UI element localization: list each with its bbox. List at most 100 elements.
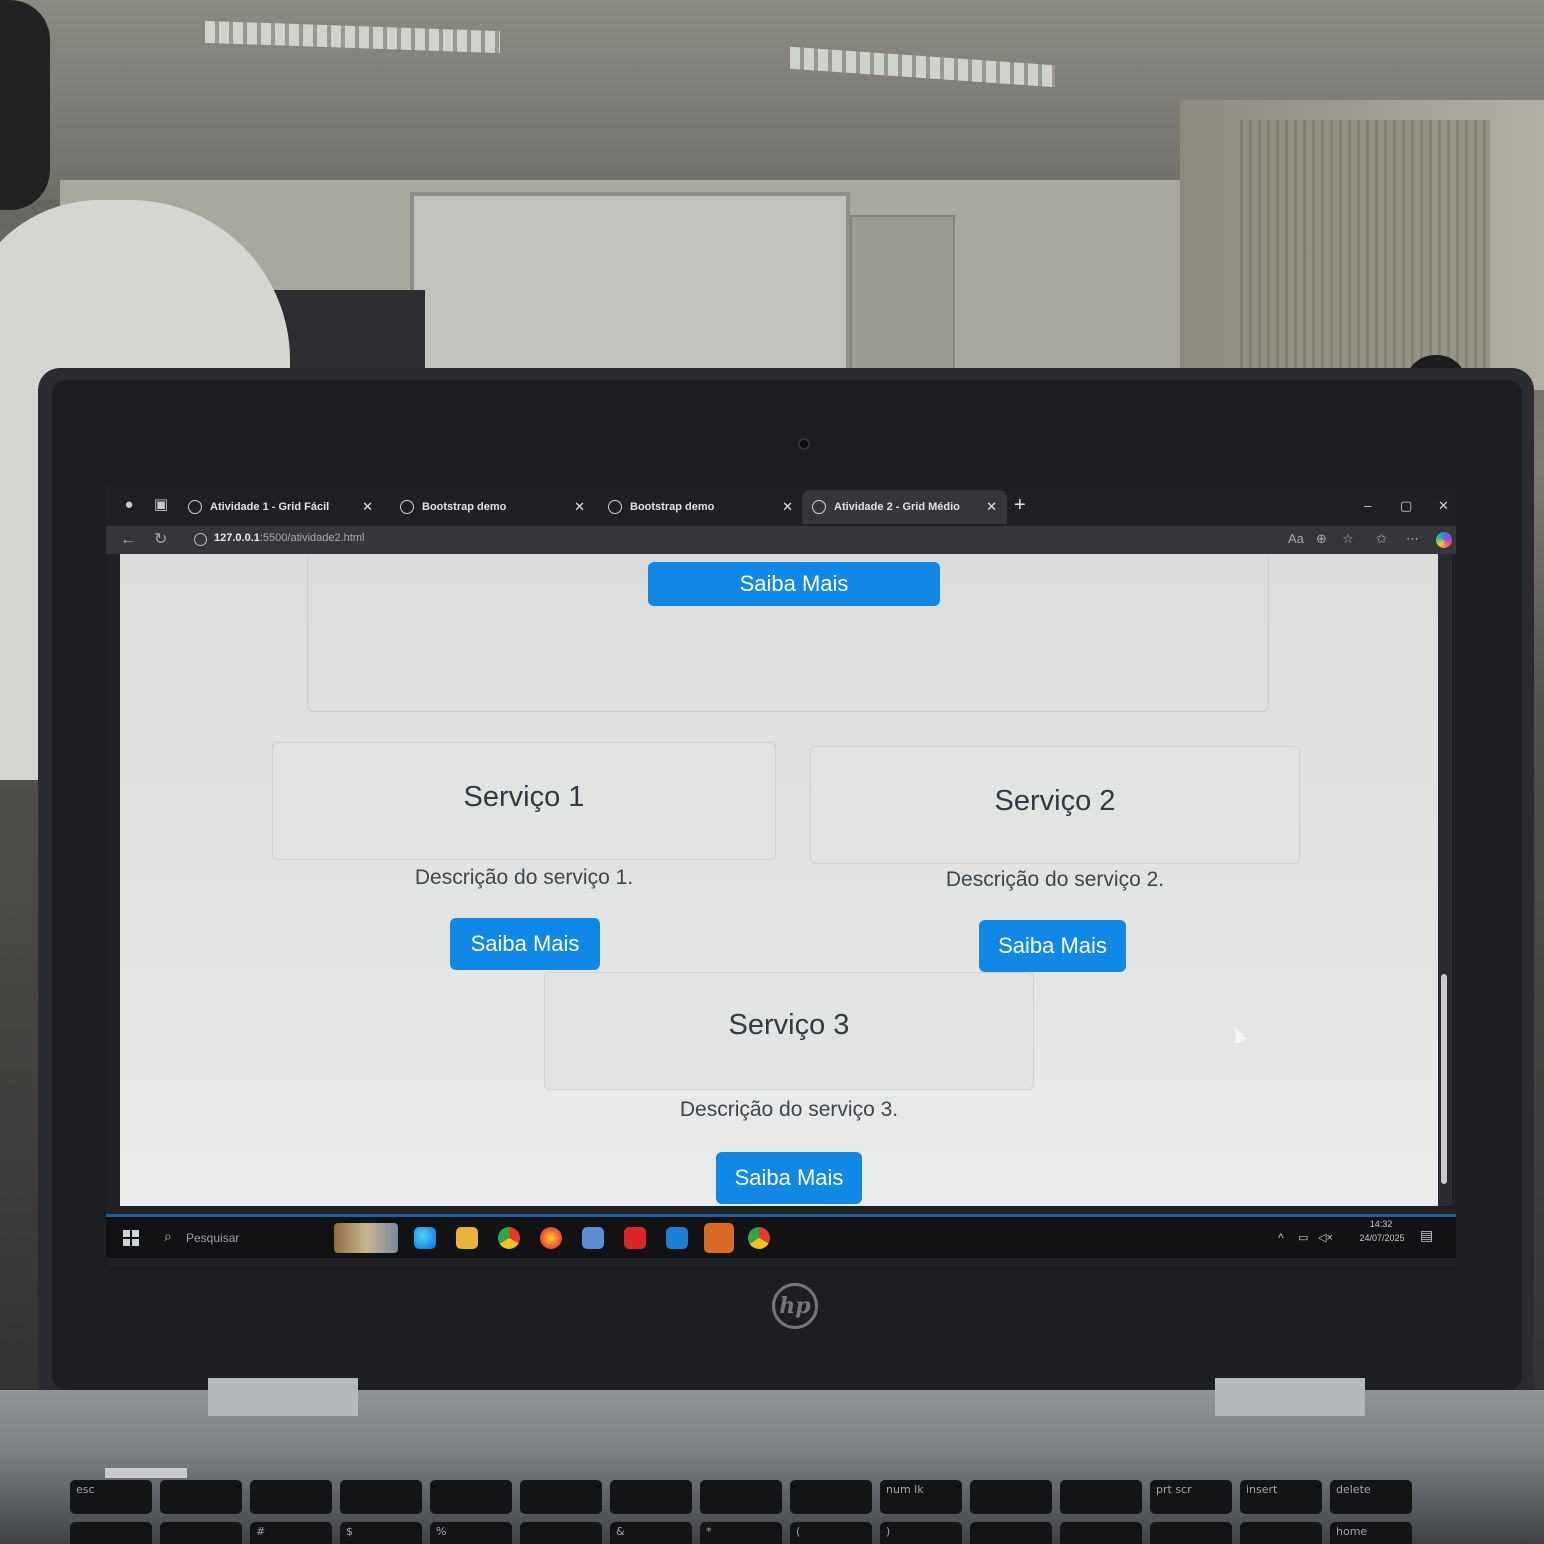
read-aloud-icon[interactable]: Aa bbox=[1288, 531, 1304, 546]
key[interactable]: insert bbox=[1240, 1480, 1322, 1514]
service-description: Descrição do serviço 1. bbox=[414, 866, 634, 889]
key[interactable] bbox=[520, 1522, 602, 1544]
favorites-icon[interactable]: ✩ bbox=[1376, 531, 1387, 547]
more-menu-icon[interactable]: ⋯ bbox=[1406, 531, 1419, 547]
maximize-button[interactable]: ▢ bbox=[1400, 498, 1412, 514]
taskbar-search-input[interactable]: Pesquisar bbox=[186, 1231, 239, 1245]
service-description: Descrição do serviço 3. bbox=[679, 1098, 899, 1121]
new-tab-button[interactable]: + bbox=[1014, 495, 1026, 515]
taskbar-time[interactable]: 14:32 bbox=[1356, 1219, 1406, 1229]
key[interactable] bbox=[700, 1480, 782, 1514]
key[interactable]: num lk bbox=[880, 1480, 962, 1514]
key[interactable]: & bbox=[610, 1522, 692, 1544]
vscode-icon[interactable] bbox=[666, 1227, 688, 1249]
key[interactable] bbox=[610, 1480, 692, 1514]
key[interactable]: delete bbox=[1330, 1480, 1412, 1514]
windows-start-icon[interactable] bbox=[123, 1230, 139, 1246]
key[interactable] bbox=[1060, 1522, 1142, 1544]
tab-atividade-2[interactable]: Atividade 2 - Grid Médio ✕ bbox=[802, 490, 1007, 524]
key[interactable] bbox=[970, 1480, 1052, 1514]
globe-icon bbox=[812, 500, 826, 514]
taskbar-widget-image[interactable] bbox=[334, 1223, 398, 1253]
windows-taskbar: ⌕ Pesquisar ^ ▭ ◁× 14:32 24/07/2025 ▤ bbox=[106, 1214, 1456, 1258]
tab-title: Atividade 2 - Grid Médio bbox=[834, 501, 960, 513]
key[interactable]: home bbox=[1330, 1522, 1412, 1544]
window-blinds bbox=[1240, 120, 1490, 380]
close-icon[interactable]: ✕ bbox=[362, 499, 373, 515]
tab-title: Bootstrap demo bbox=[422, 501, 507, 513]
tab-actions-icon[interactable]: ▣ bbox=[152, 496, 170, 514]
key[interactable] bbox=[1150, 1522, 1232, 1544]
tray-chevron-icon[interactable]: ^ bbox=[1278, 1231, 1284, 1245]
search-icon[interactable]: ⌕ bbox=[164, 1228, 172, 1245]
key[interactable]: ) bbox=[880, 1522, 962, 1544]
key[interactable]: prt scr bbox=[1150, 1480, 1232, 1514]
reload-icon[interactable]: ↻ bbox=[154, 530, 167, 550]
page-scrollbar[interactable] bbox=[1438, 554, 1452, 1206]
wps-office-icon[interactable] bbox=[624, 1227, 646, 1249]
service-description: Descrição do serviço 2. bbox=[945, 868, 1165, 891]
volume-muted-icon[interactable]: ◁× bbox=[1318, 1231, 1333, 1244]
tab-bootstrap-demo[interactable]: Bootstrap demo ✕ bbox=[598, 490, 803, 524]
key[interactable]: # bbox=[250, 1522, 332, 1544]
room-door bbox=[850, 215, 955, 380]
saiba-mais-button-2[interactable]: Saiba Mais bbox=[979, 920, 1126, 972]
service-title: Serviço 2 bbox=[994, 785, 1116, 817]
key[interactable]: * bbox=[700, 1522, 782, 1544]
page-viewport: Saiba Mais Serviço 1 Descrição do serviç… bbox=[120, 554, 1438, 1206]
notepad-icon[interactable] bbox=[582, 1227, 604, 1249]
saiba-mais-button-1[interactable]: Saiba Mais bbox=[450, 918, 600, 970]
key[interactable]: ( bbox=[790, 1522, 872, 1544]
key[interactable] bbox=[340, 1480, 422, 1514]
copilot-icon[interactable] bbox=[1436, 532, 1452, 548]
firefox-icon[interactable] bbox=[540, 1227, 562, 1249]
close-icon[interactable]: ✕ bbox=[782, 499, 793, 515]
laptop-hinge bbox=[208, 1378, 358, 1416]
key[interactable] bbox=[70, 1522, 152, 1544]
saiba-mais-button-top[interactable]: Saiba Mais bbox=[648, 562, 940, 606]
key[interactable]: $ bbox=[340, 1522, 422, 1544]
globe-icon bbox=[608, 500, 622, 514]
key[interactable] bbox=[160, 1480, 242, 1514]
projector-screen bbox=[410, 192, 850, 380]
hp-logo: hp bbox=[772, 1283, 818, 1329]
tab-title: Atividade 1 - Grid Fácil bbox=[210, 501, 330, 513]
tab-bootstrap-demo[interactable]: Bootstrap demo ✕ bbox=[390, 490, 595, 524]
chrome-alt-icon[interactable] bbox=[748, 1227, 770, 1249]
key[interactable] bbox=[160, 1522, 242, 1544]
url-path: :5500/atividade2.html bbox=[259, 532, 365, 544]
file-explorer-icon[interactable] bbox=[456, 1227, 478, 1249]
notification-icon[interactable]: ▤ bbox=[1420, 1227, 1433, 1244]
chrome-icon[interactable] bbox=[498, 1227, 520, 1249]
url-field[interactable]: 127.0.0.1:5500/atividade2.html bbox=[214, 532, 364, 544]
battery-icon[interactable]: ▭ bbox=[1298, 1231, 1308, 1244]
key[interactable]: % bbox=[430, 1522, 512, 1544]
saiba-mais-button-3[interactable]: Saiba Mais bbox=[716, 1152, 862, 1204]
close-window-button[interactable]: ✕ bbox=[1438, 498, 1449, 514]
keyboard-row: esc num lk prt scr insert delete bbox=[70, 1480, 1412, 1516]
service-title: Serviço 3 bbox=[728, 1009, 850, 1041]
key[interactable] bbox=[790, 1480, 872, 1514]
close-icon[interactable]: ✕ bbox=[986, 499, 997, 515]
back-arrow-icon[interactable]: ← bbox=[120, 530, 136, 550]
key[interactable] bbox=[430, 1480, 512, 1514]
tab-atividade-1[interactable]: Atividade 1 - Grid Fácil ✕ bbox=[178, 490, 383, 524]
taskbar-date[interactable]: 24/07/2025 bbox=[1352, 1233, 1412, 1243]
zoom-icon[interactable]: ⊕ bbox=[1316, 531, 1327, 547]
site-info-icon[interactable] bbox=[194, 533, 207, 546]
key[interactable] bbox=[970, 1522, 1052, 1544]
favorite-star-icon[interactable]: ☆ bbox=[1342, 531, 1354, 547]
minimize-button[interactable]: – bbox=[1364, 498, 1371, 513]
close-icon[interactable]: ✕ bbox=[574, 499, 585, 515]
key[interactable] bbox=[250, 1480, 332, 1514]
profile-icon[interactable]: ● bbox=[120, 496, 138, 514]
scrollbar-thumb[interactable] bbox=[1441, 974, 1447, 1184]
tab-title: Bootstrap demo bbox=[630, 501, 715, 513]
key[interactable] bbox=[1240, 1522, 1322, 1544]
laptop-indicator-strip bbox=[105, 1468, 187, 1478]
edge-icon[interactable] bbox=[414, 1227, 436, 1249]
postgres-icon[interactable] bbox=[704, 1223, 734, 1253]
key[interactable]: esc bbox=[70, 1480, 152, 1514]
key[interactable] bbox=[520, 1480, 602, 1514]
key[interactable] bbox=[1060, 1480, 1142, 1514]
